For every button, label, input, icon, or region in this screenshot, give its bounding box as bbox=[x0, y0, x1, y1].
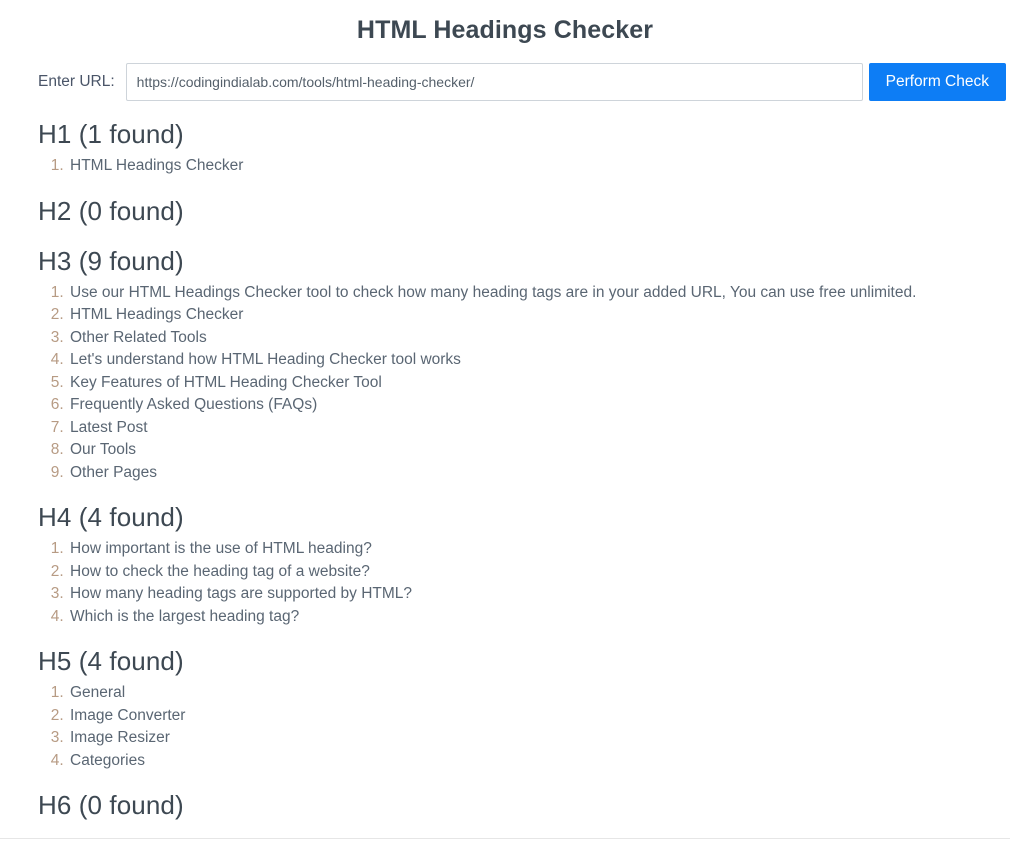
list-item: How to check the heading tag of a websit… bbox=[68, 561, 994, 584]
list-item-text: How important is the use of HTML heading… bbox=[70, 540, 372, 557]
list-item: Other Related Tools bbox=[68, 327, 994, 350]
list-item-text: Other Pages bbox=[70, 463, 158, 481]
heading-list: General Image Converter Image Resizer Categ… bbox=[38, 682, 994, 772]
list-item-text: How many heading tags are supported by H… bbox=[70, 585, 413, 602]
list-item: Our Tools bbox=[68, 439, 994, 462]
list-item-text: Which is the largest heading tag? bbox=[70, 607, 300, 625]
list-item: Image Resizer bbox=[68, 727, 994, 750]
list-item-text: Key Features of HTML Heading Checker Too… bbox=[70, 373, 382, 391]
heading-group-title: H6 (0 found) bbox=[38, 790, 184, 820]
results-panel: H1 (1 found) HTML Headings Checker H2 (0 f… bbox=[0, 117, 1010, 822]
list-item: HTML Headings Checker bbox=[68, 304, 994, 327]
footer-strip bbox=[0, 839, 1010, 847]
url-input-label: Enter URL: bbox=[38, 73, 115, 90]
list-item-text: Our Tools bbox=[70, 441, 137, 458]
list-item: Which is the largest heading tag? bbox=[68, 606, 994, 629]
heading-group-title: H3 (9 found) bbox=[38, 245, 184, 276]
list-item: How many heading tags are supported by H… bbox=[68, 583, 994, 606]
list-item-text: General bbox=[70, 684, 126, 701]
list-item-text: Let's understand how HTML Heading Checke… bbox=[70, 351, 461, 368]
list-item-text: Categories bbox=[70, 751, 145, 769]
heading-group-title: H4 (4 found) bbox=[38, 502, 184, 532]
list-item: Latest Post bbox=[68, 417, 994, 440]
list-item-text: HTML Headings Checker bbox=[70, 306, 244, 323]
heading-group-h3: H3 (9 found) Use our HTML Headings Checke… bbox=[38, 244, 994, 485]
list-item: Frequently Asked Questions (FAQs) bbox=[68, 394, 994, 417]
list-item: Image Converter bbox=[68, 705, 994, 728]
heading-group-h1: H1 (1 found) HTML Headings Checker bbox=[38, 117, 994, 178]
page-title: HTML Headings Checker bbox=[356, 16, 654, 44]
list-item-text: Image Converter bbox=[70, 706, 186, 724]
list-item-text: Latest Post bbox=[70, 418, 148, 436]
list-item: Use our HTML Headings Checker tool to ch… bbox=[68, 282, 994, 305]
list-item: Key Features of HTML Heading Checker Too… bbox=[68, 372, 994, 395]
heading-list: How important is the use of HTML heading… bbox=[38, 538, 994, 628]
list-item-text: Use our HTML Headings Checker tool to ch… bbox=[70, 283, 917, 301]
heading-group-h5: H5 (4 found) General Image Converter Image … bbox=[38, 644, 994, 772]
list-item-text: Image Resizer bbox=[70, 729, 170, 746]
list-item: Categories bbox=[68, 750, 994, 773]
list-item: General bbox=[68, 682, 994, 705]
heading-group-h6: H6 (0 found) bbox=[38, 788, 994, 822]
heading-group-title: H1 (1 found) bbox=[38, 119, 184, 149]
list-item-text: Other Related Tools bbox=[70, 328, 207, 346]
list-item: Let's understand how HTML Heading Checke… bbox=[68, 349, 994, 372]
list-item: HTML Headings Checker bbox=[68, 155, 994, 178]
list-item-text: How to check the heading tag of a websit… bbox=[70, 562, 370, 580]
heading-group-h4: H4 (4 found) How important is the use of … bbox=[38, 500, 994, 628]
url-form: Enter URL: Perform Check bbox=[0, 63, 1010, 101]
heading-group-title: H5 (4 found) bbox=[38, 646, 184, 676]
url-input[interactable] bbox=[125, 63, 863, 101]
heading-group-h2: H2 (0 found) bbox=[38, 194, 994, 228]
heading-list: HTML Headings Checker bbox=[38, 155, 994, 178]
list-item-text: Frequently Asked Questions (FAQs) bbox=[70, 396, 318, 413]
perform-check-button[interactable]: Perform Check bbox=[868, 63, 1006, 101]
list-item: Other Pages bbox=[68, 462, 994, 485]
heading-group-title: H2 (0 found) bbox=[38, 195, 184, 226]
list-item-text: HTML Headings Checker bbox=[70, 157, 244, 174]
heading-list: Use our HTML Headings Checker tool to ch… bbox=[38, 282, 994, 485]
list-item: How important is the use of HTML heading… bbox=[68, 538, 994, 561]
